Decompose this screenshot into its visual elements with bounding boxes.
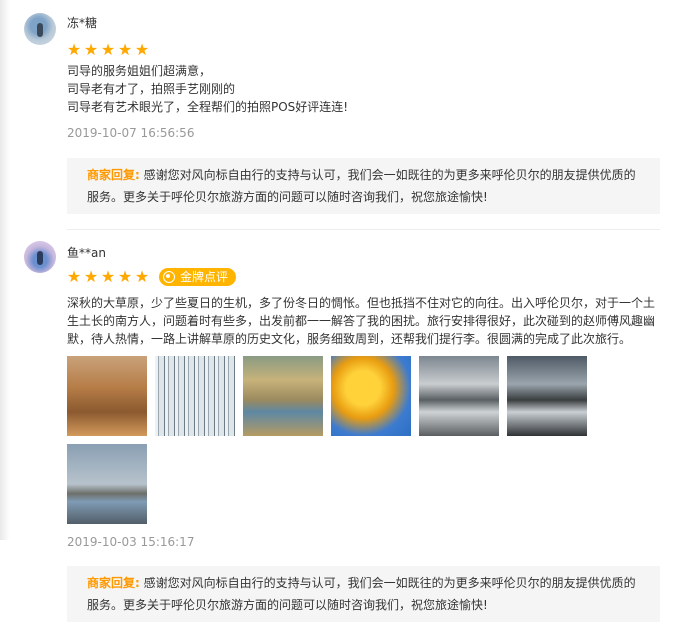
star-icon: ★ xyxy=(134,40,150,59)
badge-label: 金牌点评 xyxy=(180,270,229,284)
review-photo-lake-shore[interactable] xyxy=(67,444,147,524)
star-icon: ★ xyxy=(117,267,133,286)
star-icon: ★ xyxy=(134,267,150,286)
star-icon: ★ xyxy=(100,40,116,59)
username: 鱼**an xyxy=(67,246,106,260)
reply-label: 商家回复: xyxy=(87,168,140,182)
medal-icon xyxy=(163,271,175,283)
review-timestamp: 2019-10-07 16:56:56 xyxy=(67,126,195,140)
star-icon: ★ xyxy=(66,267,82,286)
review-photo-birch-trees[interactable] xyxy=(155,356,235,436)
reply-label: 商家回复: xyxy=(87,576,140,590)
star-icon: ★ xyxy=(83,267,99,286)
review-text-line: 司导老有艺术眼光了，全程帮们的拍照POS好评连连! xyxy=(67,100,349,114)
review-text-line: 深秋的大草原，少了些夏日的生机，多了份冬日的惆怅。但也抵挡不住对它的向往。出入呼… xyxy=(67,296,656,310)
review-text-line: 默，待人热情，一路上讲解草原的历史文化，服务细致周到，还帮我们提行李。很圆满的完… xyxy=(67,332,632,346)
review-photo-lake-dusk[interactable] xyxy=(507,356,587,436)
review-photo-wetland[interactable] xyxy=(243,356,323,436)
merchant-reply: 商家回复: 感谢您对风向标自由行的支持与认可，我们会一如既往的为更多来呼伦贝尔的… xyxy=(67,158,660,214)
review-text-line: 生土长的南方人，问题着时有些多，出发前都一一解答了我的困扰。旅行安排得很好，此次… xyxy=(67,314,656,328)
review-text: 深秋的大草原，少了些夏日的生机，多了份冬日的惆怅。但也抵挡不住对它的向往。出入呼… xyxy=(67,294,663,348)
review-text: 司导的服务姐姐们超满意， 司导老有才了，拍照手艺刚刚的 司导老有艺术眼光了，全程… xyxy=(67,62,663,116)
star-icon: ★ xyxy=(66,40,82,59)
avatar[interactable] xyxy=(24,241,56,273)
review-timestamp: 2019-10-03 15:16:17 xyxy=(67,535,195,549)
gold-review-badge: 金牌点评 xyxy=(159,268,237,286)
review-text-line: 司导老有才了，拍照手艺刚刚的 xyxy=(67,82,236,96)
star-rating: ★ ★ ★ ★ ★ xyxy=(66,269,150,285)
review-text-line: 司导的服务姐姐们超满意， xyxy=(67,64,212,78)
reply-text: 服务。更多关于呼伦贝尔旅游方面的问题可以随时咨询我们，祝您旅途愉快! xyxy=(87,598,488,612)
reply-text: 感谢您对风向标自由行的支持与认可，我们会一如既往的为更多来呼伦贝尔的朋友提供优质… xyxy=(143,576,636,590)
review-photo-golden-trees[interactable] xyxy=(331,356,411,436)
review-photo-autumn-forest[interactable] xyxy=(67,356,147,436)
star-icon: ★ xyxy=(117,40,133,59)
panel-edge-shadow xyxy=(0,0,10,540)
star-icon: ★ xyxy=(83,40,99,59)
reply-text: 服务。更多关于呼伦贝尔旅游方面的问题可以随时咨询我们，祝您旅途愉快! xyxy=(87,190,488,204)
star-rating: ★ ★ ★ ★ ★ xyxy=(66,42,150,58)
star-icon: ★ xyxy=(100,267,116,286)
reply-text: 感谢您对风向标自由行的支持与认可，我们会一如既往的为更多来呼伦贝尔的朋友提供优质… xyxy=(143,168,636,182)
review-photo-lake-clouds[interactable] xyxy=(419,356,499,436)
avatar[interactable] xyxy=(24,13,56,45)
merchant-reply: 商家回复: 感谢您对风向标自由行的支持与认可，我们会一如既往的为更多来呼伦贝尔的… xyxy=(67,566,660,622)
divider xyxy=(67,229,660,230)
username: 冻*糖 xyxy=(67,16,98,30)
